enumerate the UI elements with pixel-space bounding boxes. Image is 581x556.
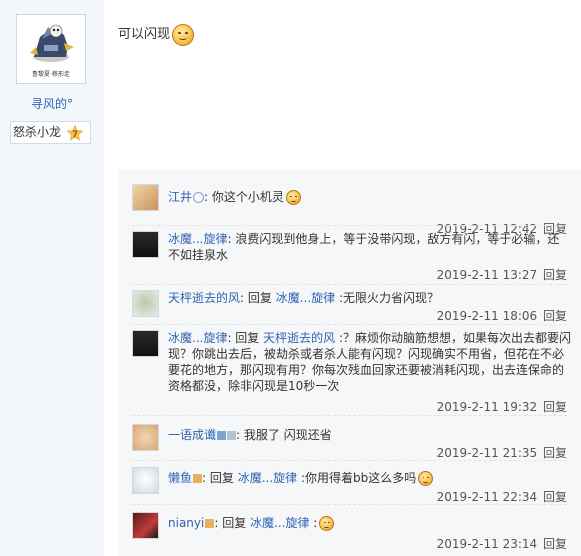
- reply-text: :你用得着bb这么多吗: [297, 471, 417, 485]
- smirk-emoji-icon: [285, 190, 301, 205]
- level-number: 7: [72, 130, 78, 140]
- author-name[interactable]: 寻风的°: [0, 95, 104, 112]
- avatar-character-icon: [30, 24, 74, 62]
- reply-separator: :: [236, 428, 244, 442]
- reply-target-user[interactable]: 冰魔...旋律: [250, 516, 309, 530]
- reply-username[interactable]: 一语成谶: [168, 428, 216, 442]
- reply-avatar[interactable]: [132, 184, 159, 211]
- author-panel: 鲁黎夏·移形走 寻风的° 怒杀小龙 7: [0, 0, 104, 556]
- reply-list: 江井: 你这个小机灵 2019-2-11 12:42 回复 冰魔...旋律: 浪…: [118, 170, 581, 556]
- level-icon: [227, 431, 237, 440]
- vip-icon: [193, 192, 205, 203]
- reply-button[interactable]: 回复: [543, 537, 567, 551]
- divider: [132, 324, 567, 325]
- reply-text: 你这个小机灵: [211, 190, 284, 204]
- vip-icon: [205, 519, 215, 528]
- reply-meta: 2019-2-11 13:27 回复: [437, 266, 567, 283]
- reply-username[interactable]: 天枰逝去的风: [168, 291, 240, 305]
- reply-target-user[interactable]: 冰魔...旋律: [238, 471, 297, 485]
- reply-separator: :: [204, 190, 212, 204]
- reply-meta: 2019-2-11 22:34 回复: [437, 488, 567, 505]
- smirk-emoji-icon: [172, 23, 195, 46]
- reply-time: 2019-2-11 13:27: [436, 268, 538, 282]
- reply-button[interactable]: 回复: [543, 490, 567, 504]
- reply-time: 2019-2-11 18:06: [436, 309, 538, 323]
- reply-separator: : 回复: [227, 331, 264, 345]
- reply-separator: : 回复: [240, 291, 276, 305]
- divider: [132, 284, 567, 285]
- reply-separator: : 回复: [202, 471, 238, 485]
- reply-avatar[interactable]: [132, 512, 159, 539]
- author-avatar[interactable]: 鲁黎夏·移形走: [16, 14, 86, 84]
- reply-button[interactable]: 回复: [543, 309, 567, 323]
- reply-time: 2019-2-11 23:14: [436, 537, 538, 551]
- reply-time: 2019-2-11 19:32: [436, 400, 538, 414]
- smirk-emoji-icon: [418, 471, 434, 486]
- reply-button[interactable]: 回复: [543, 268, 567, 282]
- divider: [132, 225, 567, 226]
- reply-time: 2019-2-11 21:35: [436, 446, 538, 460]
- reply-username[interactable]: 懒鱼: [168, 471, 192, 485]
- title-badge-label: 怒杀小龙: [13, 125, 62, 139]
- reply-meta: 2019-2-11 18:06 回复: [437, 307, 567, 324]
- post-content: 可以闪现: [118, 23, 195, 46]
- reply-text: :: [309, 516, 318, 530]
- reply-meta: 2019-2-11 23:14 回复: [437, 535, 567, 552]
- reply-username[interactable]: nianyi: [168, 516, 204, 530]
- reply-meta: 2019-2-11 19:32 回复: [437, 398, 567, 415]
- divider: [132, 415, 567, 416]
- level-star-icon: 7: [67, 125, 83, 141]
- reply-button[interactable]: 回复: [543, 400, 567, 414]
- reply-time: 2019-2-11 22:34: [436, 490, 538, 504]
- reply-separator: : 回复: [214, 516, 251, 530]
- reply-avatar[interactable]: [132, 290, 159, 317]
- reply-target-user[interactable]: 冰魔...旋律: [276, 291, 335, 305]
- post-text: 可以闪现: [118, 27, 171, 42]
- reply-username[interactable]: 冰魔...旋律: [168, 232, 227, 246]
- reply-text: 我服了 闪现还省: [243, 428, 332, 442]
- divider: [132, 504, 567, 505]
- reply-button[interactable]: 回复: [543, 446, 567, 460]
- title-badge[interactable]: 怒杀小龙 7: [10, 121, 91, 144]
- vip-icon: [217, 431, 227, 440]
- reply-avatar[interactable]: [132, 467, 159, 494]
- reply-meta: 2019-2-11 21:35 回复: [437, 444, 567, 461]
- reply-username[interactable]: 冰魔...旋律: [168, 331, 227, 345]
- smirk-emoji-icon: [319, 516, 335, 531]
- divider: [132, 460, 567, 461]
- vip-icon: [193, 474, 203, 483]
- reply-target-user[interactable]: 天枰逝去的风: [263, 331, 335, 345]
- reply-avatar[interactable]: [132, 330, 159, 357]
- reply-username[interactable]: 江井: [168, 190, 192, 204]
- avatar-caption: 鲁黎夏·移形走: [32, 71, 70, 78]
- reply-text: :无限火力省闪现？: [335, 291, 440, 305]
- reply-avatar[interactable]: [132, 231, 159, 258]
- reply-avatar[interactable]: [132, 424, 159, 451]
